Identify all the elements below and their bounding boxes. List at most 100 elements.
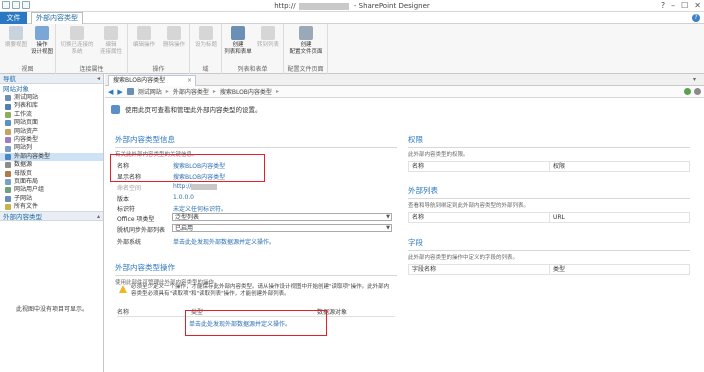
nav-item[interactable]: 子网站: [0, 195, 103, 203]
nav-item-label: 列表和库: [14, 102, 39, 110]
label-identifiers: 标识符: [117, 206, 136, 213]
set-as-title-button[interactable]: 设为标题: [191, 26, 221, 49]
switch-connected-system-button[interactable]: 切换已连接的 系统: [60, 26, 94, 55]
group-label-lists-forms: 列表和表单: [237, 66, 268, 73]
nav-item-label: 所有文件: [14, 203, 39, 211]
ribbon-group-operations: 编辑操作 删除操作 操作: [128, 24, 190, 74]
nav-item[interactable]: 母版页: [0, 170, 103, 178]
tab-file[interactable]: 文件: [0, 12, 27, 24]
nav-item[interactable]: 网站用户组: [0, 186, 103, 194]
nav-item[interactable]: 网站资产: [0, 128, 103, 136]
edit-operation-button[interactable]: 编辑操作: [129, 26, 159, 49]
highlight-box-name: [110, 154, 265, 182]
external-lists-desc: 查看和导航到绑定到此外部内容类型的外部列表。: [408, 203, 530, 209]
perm-col-name[interactable]: 名称: [409, 162, 549, 171]
operations-design-icon: [35, 26, 49, 40]
nav-item[interactable]: 列表和库: [0, 102, 103, 110]
doc-tab-search-blob[interactable]: 搜索BLOB内容类型 ×: [108, 75, 196, 86]
nav-item-icon: [5, 128, 11, 135]
intro-text: 使用此页可查看和管理此外部内容类型的设置。: [125, 106, 262, 114]
content-area: 使用此页可查看和管理此外部内容类型的设置。 外部内容类型信息 有关此外部内容类型…: [105, 98, 704, 372]
nav-item-icon: [5, 103, 11, 110]
tabs-overflow-icon[interactable]: ▾: [693, 76, 696, 83]
go-to-list-button[interactable]: 转到列表: [253, 26, 283, 49]
operations-warning: 必须至少定义一个操作，才能保存此外部内容类型。请从操作设计视图中开始创建"读取项…: [119, 284, 393, 298]
list-col-name[interactable]: 名称: [409, 213, 549, 222]
nav-item-label: 工作流: [14, 110, 33, 118]
col-name[interactable]: 名称: [117, 307, 187, 316]
tab-external-content-types[interactable]: 外部内容类型: [31, 12, 83, 24]
value-external-system-link[interactable]: 单击此处发现外部数据源并定义操作。: [173, 237, 275, 246]
value-namespace[interactable]: http://: [173, 183, 218, 190]
breadcrumb-current[interactable]: 搜索BLOB内容类型: [220, 87, 272, 96]
nav-item-icon: [5, 145, 11, 152]
nav-item-icon: [5, 204, 11, 211]
breadcrumb-site[interactable]: 测试网站: [138, 87, 162, 96]
breadcrumb-ect[interactable]: 外部内容类型: [173, 87, 209, 96]
nav-item-icon: [5, 162, 11, 169]
nav-item[interactable]: 数据源: [0, 161, 103, 169]
value-identifiers[interactable]: 未定义任何标识符。: [173, 204, 227, 213]
permissions-title: 权限: [408, 134, 690, 148]
group-label-profile-page: 配置文件页面: [287, 66, 324, 73]
edit-connection-properties-button[interactable]: 编辑 连接属性: [96, 26, 126, 55]
list-col-url[interactable]: URL: [549, 213, 689, 222]
nav-section-pin-icon[interactable]: ▴: [97, 212, 100, 222]
office-item-type-select[interactable]: 泛型列表 ▼: [172, 213, 392, 221]
intro: 使用此页可查看和管理此外部内容类型的设置。: [111, 104, 262, 114]
fields-table: 字段名称 类型: [408, 264, 690, 275]
maximize-button[interactable]: ☐: [681, 1, 688, 10]
group-label-view: 视图: [21, 66, 34, 73]
col-data-source-object[interactable]: 数据源对象: [317, 307, 395, 316]
nav-item-label: 子网站: [14, 194, 33, 202]
field-col-type[interactable]: 类型: [549, 265, 689, 274]
title-prefix: http://: [274, 2, 296, 10]
nav-item[interactable]: 外部内容类型: [0, 152, 103, 162]
highlight-box-link: [185, 310, 327, 336]
create-profile-page-button[interactable]: 创建 配置文件页面: [286, 26, 326, 55]
nav-section-external-content-types[interactable]: 外部内容类型 ▴: [0, 211, 103, 222]
label-office-item-type: Office 项类型: [117, 216, 155, 223]
ribbon-tabs: 文件 外部内容类型 ?: [0, 12, 704, 24]
nav-items: 测试网站 列表和库 工作流 网站页面 网站资产 内容类型 网站列 外部内容类型 数据源 母版页 页面…: [0, 94, 103, 211]
nav-item-label: 网站资产: [14, 127, 39, 135]
redacted-url: [298, 2, 349, 10]
perm-col-permissions[interactable]: 权限: [549, 162, 689, 171]
operations-design-view-button[interactable]: 操作 设计视图: [27, 26, 57, 55]
document-tabs: 搜索BLOB内容类型 × ▾: [105, 74, 704, 86]
permissions-panel: 权限 此外部内容类型的权限。: [408, 134, 690, 158]
field-col-name[interactable]: 字段名称: [409, 265, 549, 274]
group-label-connection: 连接属性: [79, 66, 104, 73]
label-offline-sync: 脱机同步外部列表: [117, 227, 166, 234]
nav-item-label: 网站列: [14, 144, 33, 152]
create-lists-forms-button[interactable]: 创建 列表和表单: [223, 26, 253, 55]
nav-item-icon: [5, 170, 11, 177]
help-button[interactable]: ?: [661, 1, 665, 10]
back-arrow-icon[interactable]: ◀: [108, 88, 113, 96]
nav-empty-message: 此视图中没有项目可显示。: [15, 306, 88, 313]
title-suffix: - SharePoint Designer: [351, 2, 430, 10]
nav-item-icon: [5, 179, 11, 186]
nav-item[interactable]: 网站列: [0, 144, 103, 152]
window-controls: ? – ☐ ✕: [661, 1, 701, 10]
nav-item[interactable]: 网站页面: [0, 119, 103, 127]
nav-section-site-objects[interactable]: 网站对象: [0, 84, 103, 94]
nav-item-icon: [5, 137, 11, 144]
nav-item-icon: [5, 95, 11, 102]
help-icon[interactable]: ?: [692, 14, 700, 22]
delete-operation-button[interactable]: 删除操作: [159, 26, 189, 49]
connection-properties-icon: [104, 26, 118, 40]
nav-item[interactable]: 所有文件: [0, 203, 103, 211]
minimize-button[interactable]: –: [671, 1, 675, 10]
window-title: http:// - SharePoint Designer: [0, 2, 704, 10]
summary-view-icon: [9, 26, 23, 40]
nav-item[interactable]: 工作流: [0, 111, 103, 119]
group-label-operations: 操作: [152, 66, 165, 73]
close-tab-icon[interactable]: ×: [187, 76, 192, 86]
stop-icon[interactable]: [694, 88, 701, 95]
offline-sync-select[interactable]: 已启用 ▼: [172, 224, 392, 232]
nav-collapse-icon[interactable]: ◂: [97, 74, 100, 84]
refresh-icon[interactable]: [684, 88, 691, 95]
forward-arrow-icon[interactable]: ▶: [117, 88, 122, 96]
close-button[interactable]: ✕: [694, 1, 701, 10]
